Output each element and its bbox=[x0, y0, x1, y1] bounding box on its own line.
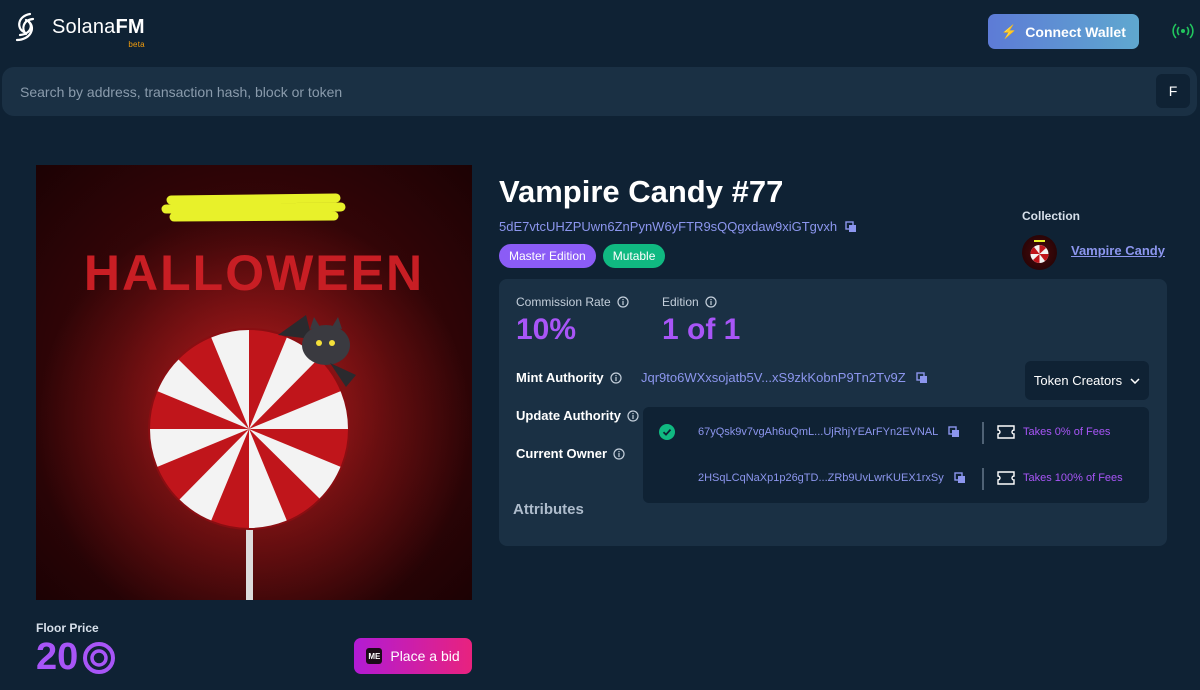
place-bid-button[interactable]: ME Place a bid bbox=[354, 638, 472, 674]
edition-label: Edition bbox=[662, 295, 717, 309]
connect-wallet-button[interactable]: ⚡ Connect Wallet bbox=[988, 14, 1139, 49]
solanafm-logo-icon bbox=[15, 12, 35, 42]
floor-price-value: 20 bbox=[36, 636, 116, 679]
current-owner-label: Current Owner bbox=[516, 446, 625, 461]
copy-icon[interactable] bbox=[948, 426, 960, 438]
edition-label-text: Edition bbox=[662, 295, 699, 309]
token-creators-dropdown[interactable]: Token Creators bbox=[1025, 361, 1149, 400]
top-bar: SolanaFM beta ⚡ Connect Wallet bbox=[0, 0, 1200, 64]
update-authority-label-text: Update Authority bbox=[516, 408, 621, 423]
connect-wallet-label: Connect Wallet bbox=[1025, 23, 1126, 40]
mint-authority-label: Mint Authority bbox=[516, 370, 622, 385]
chevron-down-icon bbox=[1130, 377, 1140, 384]
mint-authority-address-text[interactable]: Jqr9to6WXxsojatb5V...xS9zkKobnP9Tn2Tv9Z bbox=[641, 370, 906, 385]
search-shortcut-key: F bbox=[1156, 74, 1190, 108]
creator-address[interactable]: 2HSqLCqNaXp1p26gTD...ZRb9UvLwrKUEX1rxSy bbox=[698, 472, 966, 484]
badge-group: Master Edition Mutable bbox=[499, 244, 666, 268]
commission-rate-value: 10% bbox=[516, 313, 577, 346]
logo-text-accent: FM bbox=[115, 16, 145, 38]
token-creators-panel: 67yQsk9v7vgAh6uQmL...UjRhjYEArFYn2EVNAL … bbox=[643, 407, 1149, 503]
creator-fee: Takes 100% of Fees bbox=[1023, 472, 1123, 484]
current-owner-label-text: Current Owner bbox=[516, 446, 608, 461]
info-icon[interactable] bbox=[613, 447, 625, 460]
mutable-badge: Mutable bbox=[602, 244, 666, 268]
collection-avatar-image bbox=[1030, 240, 1049, 263]
nft-image-caption: HALLOWEEN bbox=[84, 245, 424, 301]
info-icon[interactable] bbox=[627, 409, 639, 422]
signal-icon[interactable] bbox=[1172, 22, 1194, 40]
search-bar: F bbox=[2, 67, 1197, 116]
master-edition-badge: Master Edition bbox=[499, 244, 596, 268]
creator-address-text[interactable]: 2HSqLCqNaXp1p26gTD...ZRb9UvLwrKUEX1rxSy bbox=[698, 472, 944, 484]
copy-icon[interactable] bbox=[916, 371, 928, 384]
magic-eden-icon: ME bbox=[366, 648, 383, 664]
copy-icon[interactable] bbox=[845, 220, 857, 233]
update-authority-label: Update Authority bbox=[516, 408, 639, 423]
search-input[interactable] bbox=[20, 67, 1120, 116]
logo-wordmark: SolanaFM beta bbox=[52, 16, 145, 49]
collection-label: Collection bbox=[1022, 209, 1081, 223]
mint-authority-label-text: Mint Authority bbox=[516, 370, 604, 385]
copy-icon[interactable] bbox=[954, 472, 966, 484]
collection-link[interactable]: Vampire Candy bbox=[1071, 243, 1165, 258]
collection-avatar[interactable] bbox=[1022, 235, 1057, 270]
logo-text-main: Solana bbox=[52, 16, 116, 38]
mint-address-text[interactable]: 5dE7vtcUHZPUwn6ZnPynW6yFTR9sQQgxdaw9xiGT… bbox=[499, 219, 837, 234]
info-icon[interactable] bbox=[705, 296, 717, 308]
mint-authority-address[interactable]: Jqr9to6WXxsojatb5V...xS9zkKobnP9Tn2Tv9Z bbox=[641, 370, 928, 385]
creator-row: 67yQsk9v7vgAh6uQmL...UjRhjYEArFYn2EVNAL … bbox=[643, 421, 1149, 445]
floor-price-label: Floor Price bbox=[36, 621, 99, 635]
attributes-heading: Attributes bbox=[513, 501, 584, 518]
token-creators-label: Token Creators bbox=[1033, 373, 1123, 388]
mint-address[interactable]: 5dE7vtcUHZPUwn6ZnPynW6yFTR9sQQgxdaw9xiGT… bbox=[499, 219, 857, 234]
verified-check-icon bbox=[659, 424, 675, 440]
commission-rate-label: Commission Rate bbox=[516, 295, 629, 309]
divider bbox=[982, 468, 984, 490]
info-icon[interactable] bbox=[617, 296, 629, 308]
creator-row: 2HSqLCqNaXp1p26gTD...ZRb9UvLwrKUEX1rxSy … bbox=[643, 467, 1149, 491]
info-icon[interactable] bbox=[610, 371, 622, 384]
creator-address[interactable]: 67yQsk9v7vgAh6uQmL...UjRhjYEArFYn2EVNAL bbox=[698, 426, 960, 438]
commission-rate-label-text: Commission Rate bbox=[516, 295, 611, 309]
place-bid-label: Place a bid bbox=[390, 648, 460, 664]
divider bbox=[982, 422, 984, 444]
beta-badge: beta bbox=[128, 40, 145, 49]
lightning-icon: ⚡ bbox=[1001, 23, 1018, 39]
solanafm-logo[interactable]: SolanaFM beta bbox=[12, 10, 145, 49]
ticket-icon bbox=[997, 425, 1015, 439]
ticket-icon bbox=[997, 471, 1015, 485]
edition-value: 1 of 1 bbox=[662, 313, 741, 346]
nft-artwork: HALLOWEEN bbox=[36, 165, 472, 600]
nft-image: HALLOWEEN bbox=[36, 165, 472, 600]
nft-title: Vampire Candy #77 bbox=[499, 174, 784, 209]
creator-fee: Takes 0% of Fees bbox=[1023, 426, 1111, 438]
solana-token-icon bbox=[83, 641, 116, 674]
creator-address-text[interactable]: 67yQsk9v7vgAh6uQmL...UjRhjYEArFYn2EVNAL bbox=[698, 426, 938, 438]
floor-price-amount: 20 bbox=[36, 636, 79, 678]
